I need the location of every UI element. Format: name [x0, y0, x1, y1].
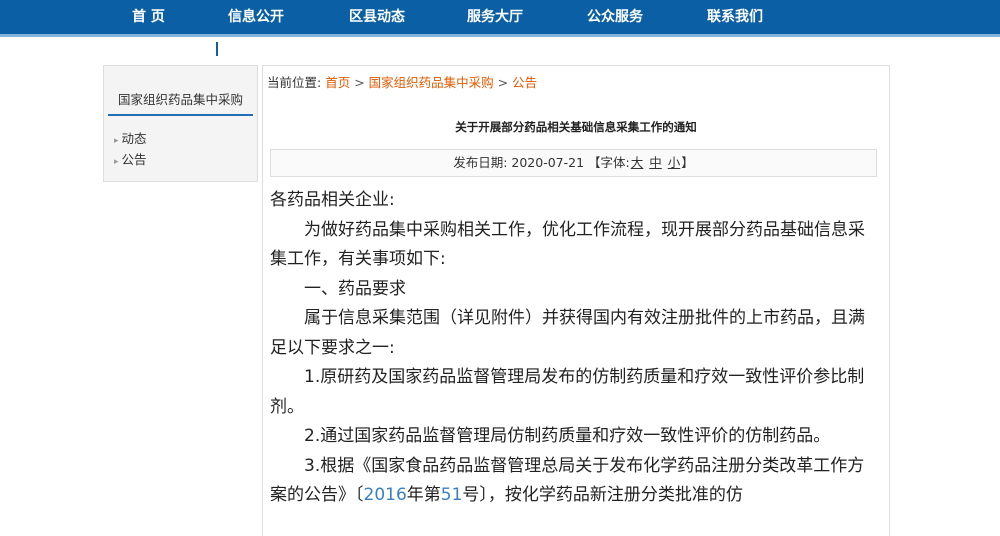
sidebar-item-label: 公告	[121, 152, 147, 167]
issue-number: 51	[440, 485, 463, 505]
breadcrumb-category-link[interactable]: 国家组织药品集中采购	[369, 75, 494, 90]
article-body: 各药品相关企业: 为做好药品集中采购相关工作，优化工作流程，现开展部分药品基础信…	[270, 186, 878, 511]
caret-right-icon: ▸	[114, 136, 119, 146]
sidebar: 国家组织药品集中采购 ▸ 动态 ▸ 公告	[103, 65, 258, 182]
nav-item-info-disclosure[interactable]: 信息公开	[228, 0, 284, 34]
breadcrumb-separator: >	[497, 75, 509, 90]
text-cursor	[216, 42, 218, 56]
section-heading: 一、药品要求	[304, 278, 406, 299]
caret-right-icon: ▸	[114, 157, 119, 167]
top-navigation: 首 页 信息公开 区县动态 服务大厅 公众服务 联系我们	[0, 0, 1000, 37]
breadcrumb-home-link[interactable]: 首页	[325, 75, 350, 90]
article-meta: 发布日期: 2020-07-21 【字体:大 中 小】	[270, 149, 877, 177]
publish-date: 2020-07-21	[511, 155, 585, 170]
list-item: 2.通过国家药品监督管理局仿制药质量和疗效一致性评价的仿制药品。	[304, 426, 831, 446]
font-size-close: 】	[681, 155, 694, 170]
nav-item-contact-us[interactable]: 联系我们	[707, 0, 763, 34]
nav-item-district-news[interactable]: 区县动态	[349, 0, 405, 34]
sidebar-item-label: 动态	[121, 131, 147, 146]
sidebar-divider	[108, 114, 253, 116]
greeting: 各药品相关企业:	[270, 190, 395, 210]
sidebar-item-news[interactable]: ▸ 动态	[114, 128, 147, 147]
breadcrumb-prefix: 当前位置:	[267, 75, 322, 90]
nav-item-home[interactable]: 首 页	[132, 0, 165, 34]
sidebar-title: 国家组织药品集中采购	[117, 92, 243, 107]
font-size-small-link[interactable]: 小	[668, 155, 681, 170]
list-item-text: 号〕，按化学药品新注册分类批准的仿	[462, 485, 743, 505]
paragraph: 为做好药品集中采购相关工作，优化工作流程，现开展部分药品基础信息采集工作，有关事…	[270, 219, 865, 270]
list-item: 1.原研药及国家药品监督管理局发布的仿制药质量和疗效一致性评价参比制剂。	[270, 367, 865, 417]
breadcrumb: 当前位置: 首页 > 国家组织药品集中采购 > 公告	[267, 72, 537, 91]
nav-item-public-service[interactable]: 公众服务	[587, 0, 643, 34]
sidebar-item-announcement[interactable]: ▸ 公告	[114, 149, 147, 168]
breadcrumb-current-link[interactable]: 公告	[512, 75, 537, 90]
date-label: 发布日期:	[453, 155, 508, 170]
font-size-large-link[interactable]: 大	[631, 155, 644, 170]
paragraph: 属于信息采集范围（详见附件）并获得国内有效注册批件的上市药品，且满足以下要求之一…	[270, 308, 865, 358]
article-title: 关于开展部分药品相关基础信息采集工作的通知	[455, 120, 697, 134]
list-item-text: 年第	[406, 485, 441, 505]
font-size-medium-link[interactable]: 中	[649, 155, 662, 170]
list-item: 3.根据《国家食品药品监督管理总局关于发布化学药品注册分类改革工作方案的公告》〔…	[270, 452, 878, 511]
year-number: 2016	[363, 485, 407, 505]
font-size-label: 【字体:	[588, 155, 630, 170]
breadcrumb-separator: >	[354, 75, 365, 90]
nav-item-service-hall[interactable]: 服务大厅	[467, 0, 523, 34]
main-content: 当前位置: 首页 > 国家组织药品集中采购 > 公告 关于开展部分药品相关基础信…	[262, 65, 890, 536]
